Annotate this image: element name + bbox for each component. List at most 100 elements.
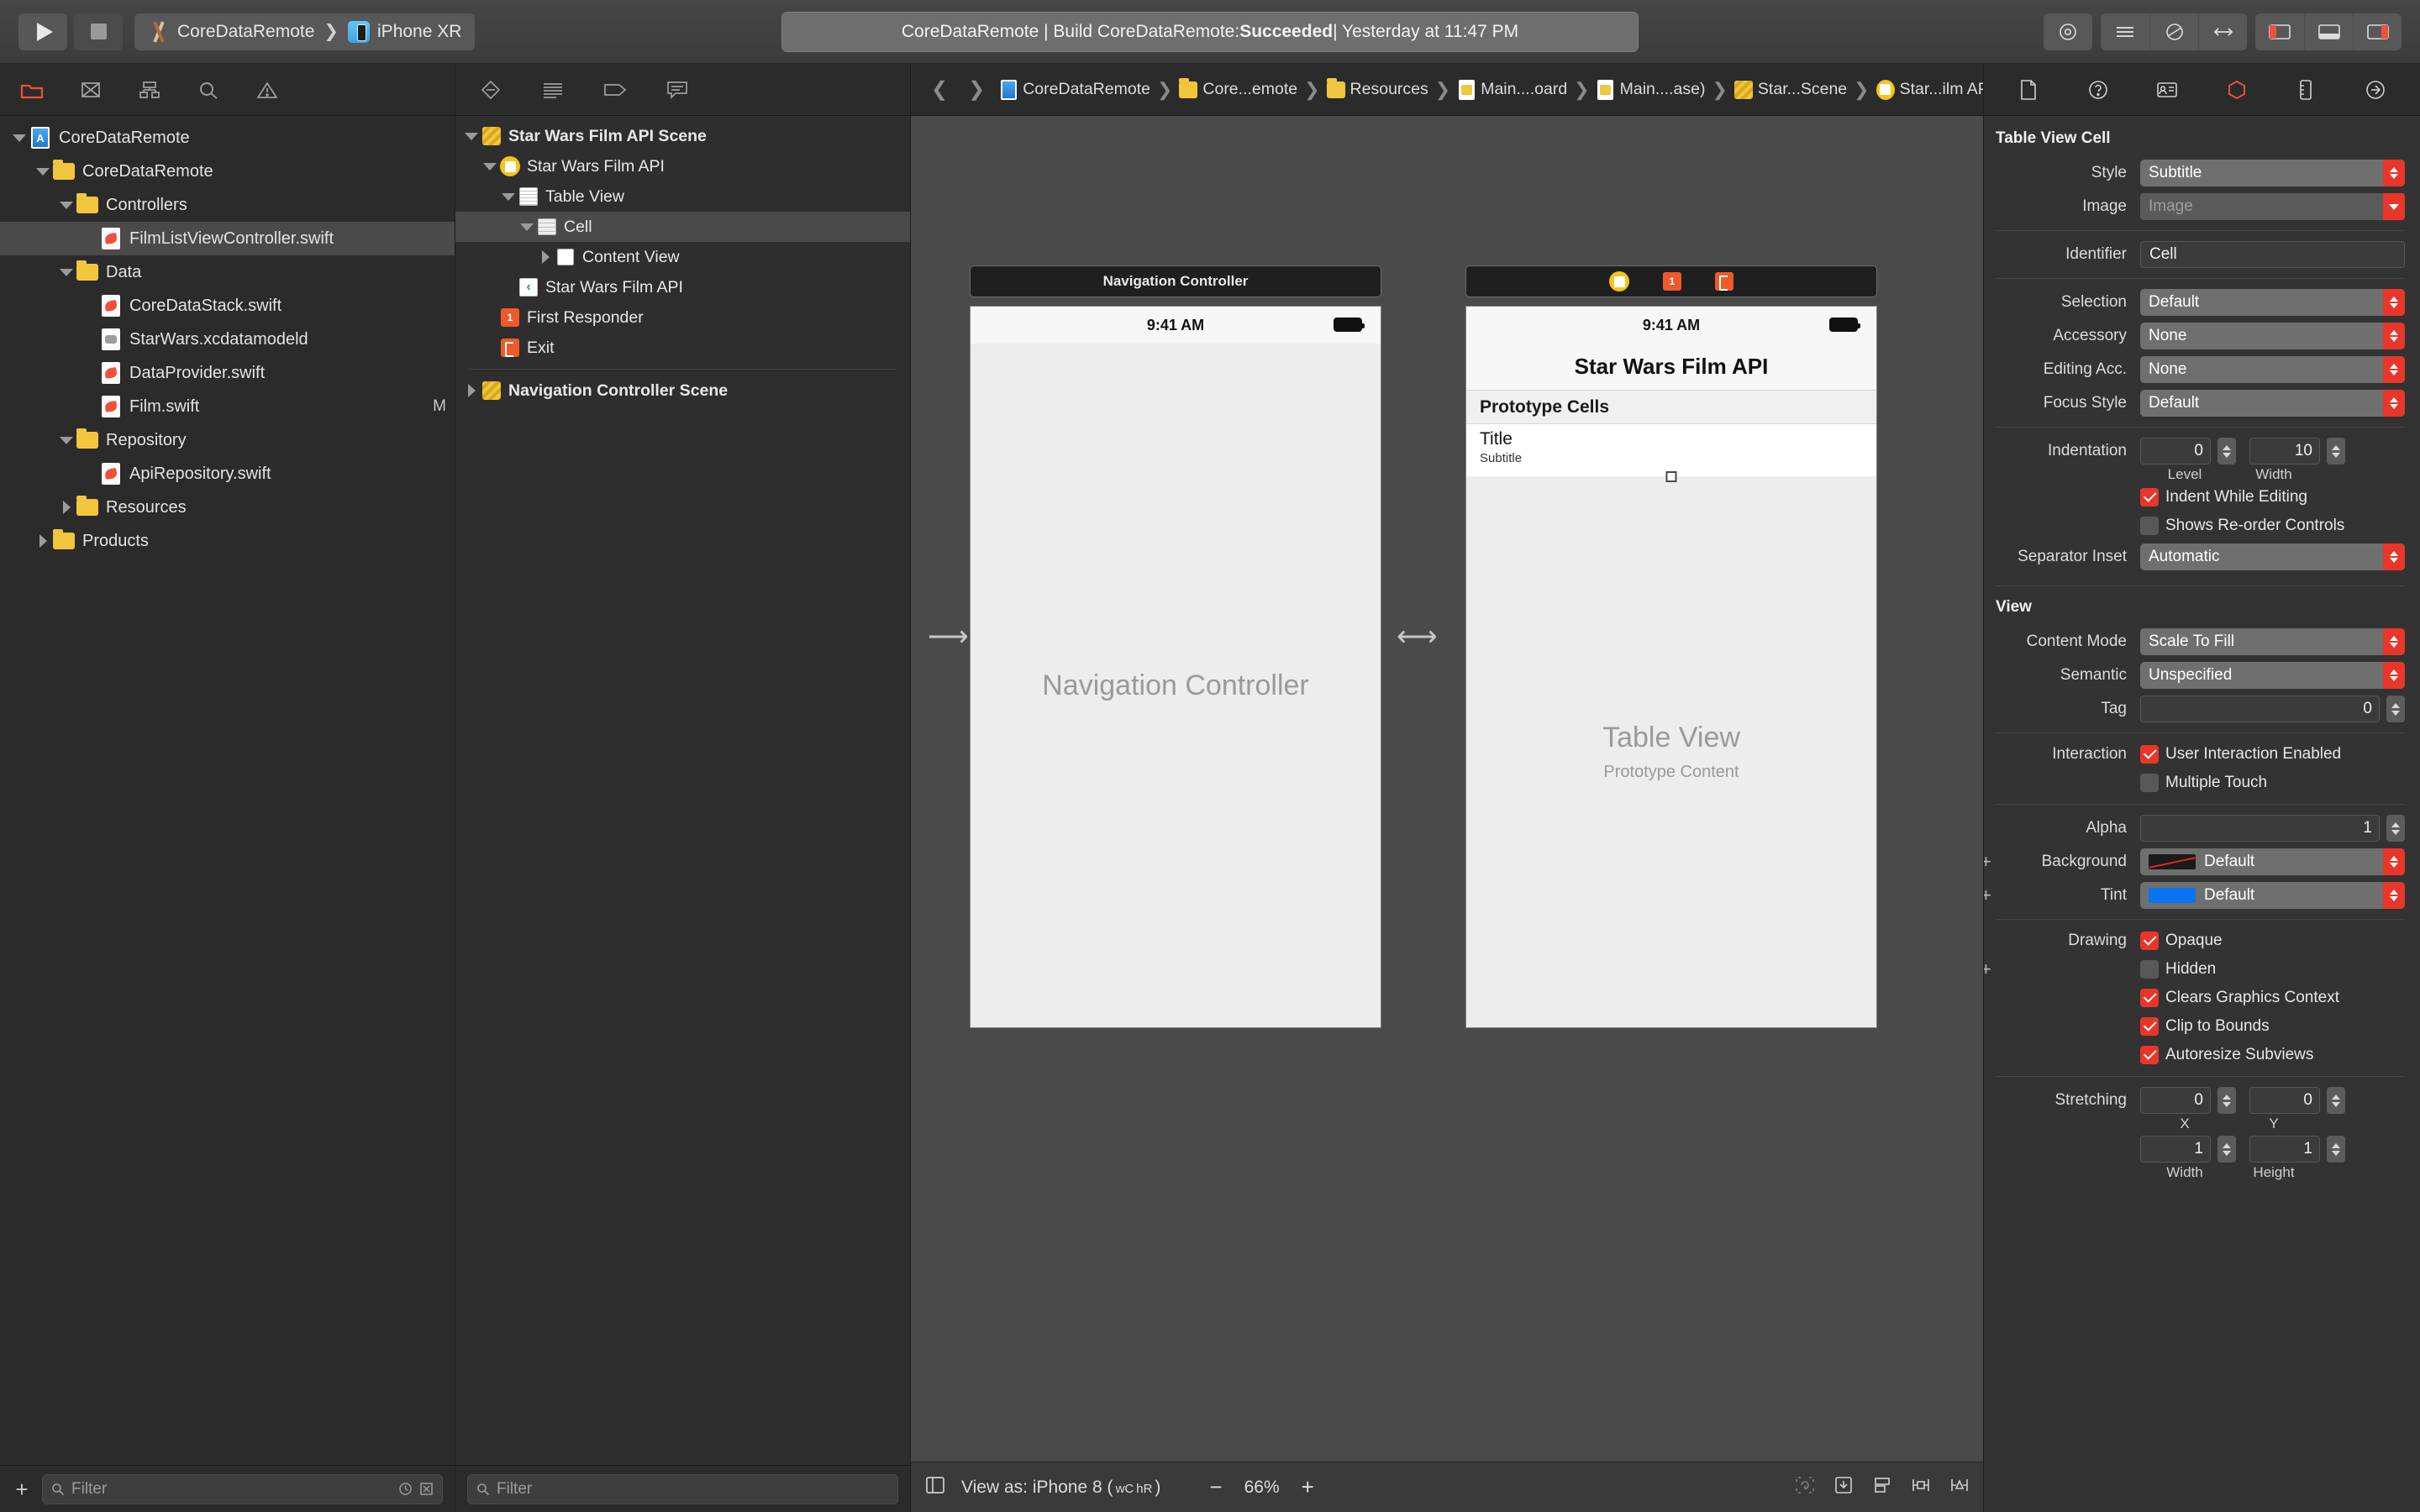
clip-to-bounds-checkbox[interactable]	[2140, 1017, 2159, 1036]
zoom-level-label[interactable]: 66%	[1244, 1478, 1280, 1498]
run-button[interactable]	[18, 13, 67, 50]
outline-row[interactable]: Navigation Controller Scene	[455, 375, 910, 406]
jumpbar-item[interactable]: Star...ilm API	[1874, 79, 1996, 100]
disclosure-triangle[interactable]	[57, 501, 76, 514]
stretching-x-input[interactable]: 0	[2140, 1087, 2211, 1114]
file-tree-row[interactable]: StarWars.xcdatamodeld	[0, 323, 455, 356]
prototype-cell[interactable]: Title Subtitle	[1466, 424, 1876, 482]
label-icon[interactable]	[598, 76, 632, 104]
navigator-filter-field[interactable]: Filter	[42, 1473, 443, 1504]
toggle-navigator-button[interactable]	[2255, 13, 2304, 50]
indentation-width-stepper[interactable]	[2327, 438, 2345, 465]
style-popup[interactable]: Subtitle	[2140, 160, 2405, 186]
hidden-checkbox[interactable]	[2140, 960, 2159, 979]
indentation-level-input[interactable]: 0	[2140, 438, 2211, 465]
outline-filter-field[interactable]: Filter	[467, 1473, 898, 1504]
jumpbar-item[interactable]: Resources	[1324, 77, 1431, 100]
image-combo[interactable]: Image	[2140, 193, 2405, 220]
stretching-y-input[interactable]: 0	[2249, 1087, 2320, 1114]
background-add-variation-button[interactable]: +	[1984, 851, 1991, 873]
shows-reorder-checkbox[interactable]	[2140, 517, 2159, 535]
jumpbar-item[interactable]: Main....oard	[1455, 79, 1570, 100]
background-popup[interactable]: Default	[2140, 848, 2405, 875]
connections-inspector-icon[interactable]	[2360, 76, 2391, 104]
disclosure-triangle[interactable]	[481, 162, 499, 171]
toggle-document-outline-button[interactable]	[924, 1476, 946, 1499]
scene-outline-tree[interactable]: Star Wars Film API Scene Star Wars Film A…	[455, 116, 910, 1465]
stop-button[interactable]	[74, 13, 123, 50]
file-tree-row[interactable]: Repository	[0, 423, 455, 457]
outline-row[interactable]: ‹ Star Wars Film API	[455, 272, 910, 302]
outline-row[interactable]: Table View	[455, 181, 910, 212]
back-button[interactable]: ❮	[923, 77, 956, 102]
comment-icon[interactable]	[660, 76, 694, 104]
disclosure-triangle[interactable]	[462, 132, 481, 140]
outline-row[interactable]: Cell	[455, 212, 910, 242]
tag-input[interactable]: 0	[2140, 696, 2380, 722]
outline-row[interactable]: Exit	[455, 333, 910, 363]
indentation-width-input[interactable]: 10	[2249, 438, 2320, 465]
film-device-frame[interactable]: 9:41 AM Star Wars Film API Prototype Cel…	[1465, 306, 1877, 1028]
selection-popup[interactable]: Default	[2140, 289, 2405, 316]
add-constraints-icon[interactable]	[1911, 1476, 1931, 1499]
file-tree-row[interactable]: Data	[0, 255, 455, 289]
disclosure-triangle[interactable]	[462, 384, 481, 397]
file-tree-row[interactable]: CoreDataRemote	[0, 155, 455, 188]
indentation-level-stepper[interactable]	[2217, 438, 2236, 465]
list-icon[interactable]	[536, 76, 570, 104]
toggle-inspector-button[interactable]	[2353, 13, 2402, 50]
recent-clock-icon[interactable]	[398, 1482, 413, 1496]
stretching-height-stepper[interactable]	[2327, 1136, 2345, 1163]
forward-button[interactable]: ❯	[960, 77, 993, 102]
size-inspector-icon[interactable]	[2290, 76, 2322, 104]
alpha-input[interactable]: 1	[2140, 815, 2380, 842]
disclosure-triangle[interactable]	[10, 134, 29, 142]
multiple-touch-checkbox[interactable]	[2140, 774, 2159, 792]
file-tree-row[interactable]: CoreDataRemote	[0, 121, 455, 155]
autoresize-subviews-checkbox[interactable]	[2140, 1046, 2159, 1064]
outline-row[interactable]: Star Wars Film API Scene	[455, 121, 910, 151]
disclosure-triangle[interactable]	[34, 167, 52, 176]
outline-row[interactable]: Star Wars Film API	[455, 151, 910, 181]
outline-row[interactable]: 1 First Responder	[455, 302, 910, 333]
scheme-selector[interactable]: CoreDataRemote ❯ iPhone XR	[134, 13, 476, 50]
standard-editor-button[interactable]	[2101, 13, 2149, 50]
editing-accessory-popup[interactable]: None	[2140, 356, 2405, 383]
assistant-editor-button[interactable]	[2149, 13, 2198, 50]
jumpbar-item[interactable]: Main....ase)	[1594, 79, 1708, 100]
jumpbar-item[interactable]: Core...emote	[1176, 77, 1300, 100]
outline-row[interactable]: Content View	[455, 242, 910, 272]
focus-style-popup[interactable]: Default	[2140, 390, 2405, 417]
file-tree-row[interactable]: Products	[0, 524, 455, 558]
find-navigator-icon[interactable]	[192, 76, 225, 104]
opaque-checkbox[interactable]	[2140, 932, 2159, 950]
disclosure-triangle[interactable]	[518, 223, 536, 231]
align-icon[interactable]	[474, 76, 508, 104]
library-button[interactable]	[2044, 13, 2092, 50]
version-editor-button[interactable]	[2198, 13, 2247, 50]
tint-add-variation-button[interactable]: +	[1984, 885, 1991, 906]
file-inspector-icon[interactable]	[2012, 76, 2044, 104]
align-icon[interactable]	[1872, 1476, 1892, 1499]
cell-resize-handle[interactable]	[1665, 471, 1677, 482]
nav-device-frame[interactable]: 9:41 AM Navigation Controller	[970, 306, 1381, 1028]
film-scene-titlebar[interactable]: 1	[1465, 265, 1877, 297]
storyboard-canvas[interactable]: Navigation Controller 9:41 AM Navigation…	[911, 116, 1983, 1462]
stretching-width-input[interactable]: 1	[2140, 1136, 2211, 1163]
exit-icon[interactable]	[1715, 272, 1733, 291]
hidden-add-variation-button[interactable]: +	[1984, 958, 1991, 980]
tag-stepper[interactable]	[2386, 696, 2405, 722]
filter-options-icon[interactable]	[419, 1482, 434, 1496]
file-tree-row[interactable]: DataProvider.swift	[0, 356, 455, 390]
update-frames-icon[interactable]	[1795, 1476, 1815, 1499]
identifier-input[interactable]: Cell	[2140, 241, 2405, 268]
view-controller-icon[interactable]	[1609, 271, 1629, 291]
file-tree-row[interactable]: Film.swift M	[0, 390, 455, 423]
view-as-label[interactable]: View as: iPhone 8 (wC hR)	[961, 1478, 1160, 1498]
clears-graphics-checkbox[interactable]	[2140, 989, 2159, 1007]
disclosure-triangle[interactable]	[57, 268, 76, 276]
project-navigator-icon[interactable]	[15, 76, 49, 104]
add-file-button[interactable]: +	[12, 1478, 32, 1500]
user-interaction-checkbox[interactable]	[2140, 745, 2159, 764]
nav-scene-titlebar[interactable]: Navigation Controller	[970, 265, 1381, 297]
